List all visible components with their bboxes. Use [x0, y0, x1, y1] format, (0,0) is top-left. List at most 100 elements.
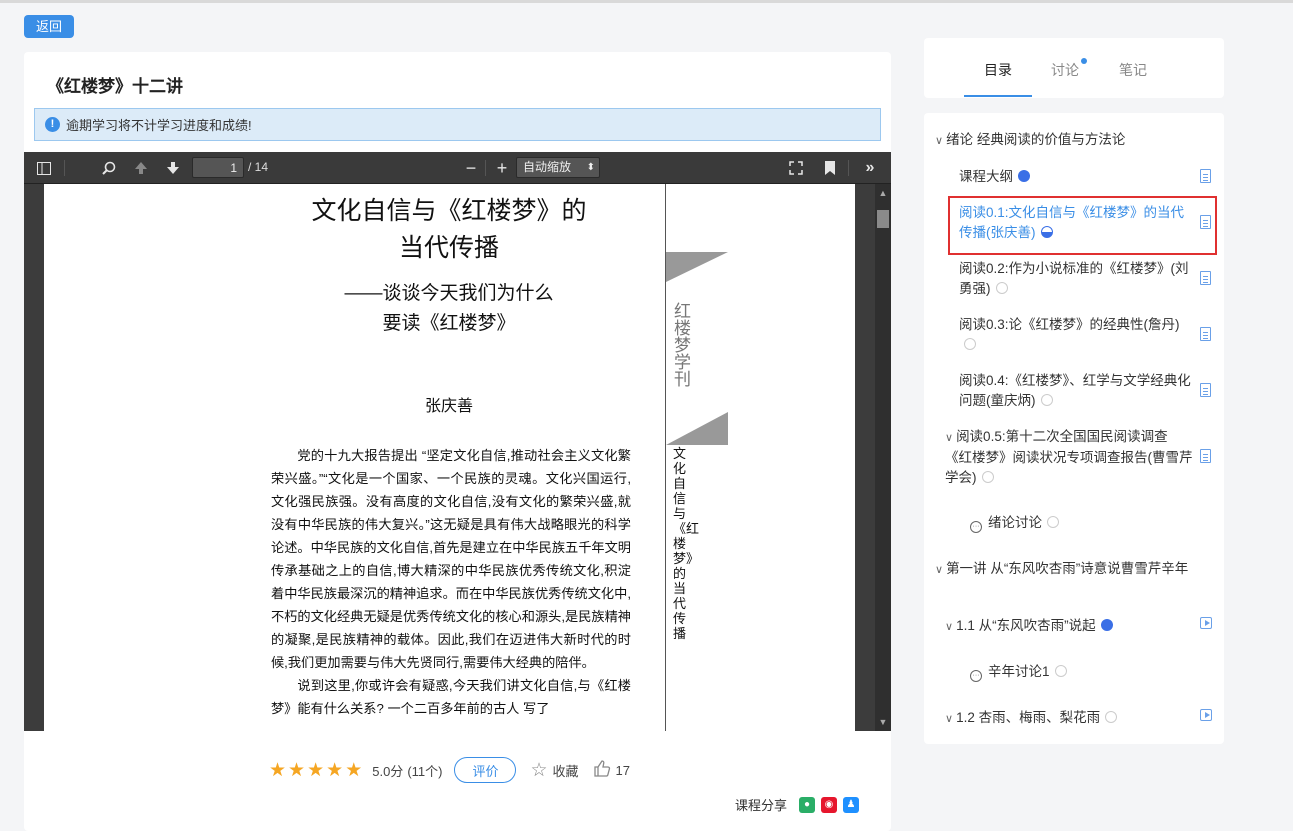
document-icon [1200, 449, 1211, 463]
toc-item-reading-0-5[interactable]: ∨ 阅读0.5:第十二次全国国民阅读调查《红楼梦》阅读状况专项调查报告(曹雪芹学会… [945, 427, 1194, 488]
info-icon: ! [45, 117, 60, 132]
chat-bubble-icon: ··· [970, 521, 982, 533]
document-author: 张庆善 [424, 398, 473, 415]
status-empty-icon [1047, 516, 1059, 528]
toc-item-1-2[interactable]: ∨ 1.2 杏雨、梅雨、梨花雨 [945, 708, 1118, 729]
toc-item-reading-0-2[interactable]: 阅读0.2:作为小说标准的《红楼梦》(刘勇强) [959, 259, 1194, 299]
toc-item-label: 阅读0.2:作为小说标准的《红楼梦》(刘勇强) [959, 261, 1189, 296]
toc-item-label: 辛年讨论1 [988, 664, 1050, 679]
document-icon [1200, 169, 1211, 183]
toc-item-reading-0-4[interactable]: 阅读0.4:《红楼梦》、红学与文学经典化问题(童庆炳) [959, 371, 1194, 411]
zoom-in-icon[interactable]: + [493, 158, 511, 178]
status-empty-icon [995, 282, 1008, 294]
chevron-down-icon: ∨ [935, 564, 944, 576]
toc-item-label: 阅读0.1:文化自信与《红楼梦》的当代传播(张庆善) [959, 205, 1185, 240]
rating-bar: ★ ★ ★ ★ ★ 5.0分 (11个) 评价 ☆ 收藏 17 [269, 757, 630, 783]
page-number-input[interactable] [192, 157, 244, 178]
star-icon[interactable]: ★ [345, 761, 362, 780]
active-tab-underline [964, 95, 1032, 97]
star-icon[interactable]: ★ [288, 761, 305, 780]
zoom-out-icon[interactable]: − [462, 158, 480, 178]
toc-item-intro-discussion[interactable]: ··· 绪论讨论 [970, 513, 1059, 533]
tab-discussion[interactable]: 讨论 [1051, 60, 1079, 80]
status-empty-icon [1105, 711, 1118, 723]
toc-item-reading-0-1[interactable]: 阅读0.1:文化自信与《红楼梦》的当代传播(张庆善) [959, 203, 1194, 243]
video-icon [1200, 617, 1212, 629]
pdf-toolbar: / 14 − + 自动缩放 » [24, 152, 891, 184]
toc-item-label: 1.1 从“东风吹杏雨”说起 [956, 618, 1096, 633]
wechat-icon[interactable]: ● [799, 796, 816, 813]
thumbs-up-icon [593, 759, 611, 782]
like-button[interactable]: 17 [593, 759, 630, 782]
document-icon [1200, 383, 1211, 397]
bookmark-icon[interactable] [821, 159, 839, 177]
qq-icon[interactable]: ♟ [843, 796, 860, 813]
toc-item-label: 阅读0.3:论《红楼梦》的经典性(詹丹) [959, 317, 1180, 332]
status-empty-icon [1054, 665, 1067, 677]
status-empty-icon [1040, 394, 1053, 406]
chat-bubble-icon: ··· [970, 670, 982, 682]
pdf-viewer: / 14 − + 自动缩放 » 文化自信与《红楼梦》的 当代传播 ——谈谈今天我… [24, 152, 891, 731]
status-complete-icon [1100, 619, 1113, 631]
star-icon[interactable]: ★ [307, 761, 324, 780]
course-share: 课程分享 ● ◉ ♟ [735, 795, 860, 814]
body-paragraph: 说到这里,你或许会有疑惑,今天我们讲文化自信,与《红楼梦》能有什么关系? 一个二… [271, 678, 631, 716]
scroll-down-icon[interactable]: ▼ [878, 717, 888, 727]
tab-notes[interactable]: 笔记 [1119, 60, 1147, 80]
main-content-card: 《红楼梦》十二讲 ! 逾期学习将不计学习进度和成绩! / 14 − + 自动缩放 [24, 52, 891, 831]
vertical-running-title: 文化自信与《红楼梦》的当代传播 [673, 446, 700, 641]
toolbar-separator [848, 160, 849, 176]
rating-score: 5.0分 [372, 763, 404, 779]
back-button[interactable]: 返回 [24, 15, 74, 38]
document-title-line: 当代传播 [398, 233, 499, 262]
document-subtitle-line: ——谈谈今天我们为什么 [344, 283, 554, 304]
more-tools-icon[interactable]: » [861, 159, 879, 177]
rate-button[interactable]: 评价 [454, 757, 517, 783]
toc-item-label: 课程大纲 [959, 169, 1013, 184]
next-page-icon[interactable] [164, 159, 182, 177]
scroll-up-icon[interactable]: ▲ [878, 188, 888, 198]
previous-page-icon[interactable] [132, 159, 150, 177]
toc-item-reading-0-3[interactable]: 阅读0.3:论《红楼梦》的经典性(詹丹) [959, 315, 1194, 355]
star-icon[interactable]: ★ [326, 761, 343, 780]
scroll-thumb[interactable] [877, 210, 889, 228]
share-label: 课程分享 [735, 798, 788, 813]
toc-section-label: 绪论 经典阅读的价值与方法论 [946, 132, 1126, 147]
toc-item-discussion-1[interactable]: ··· 辛年讨论1 [970, 662, 1067, 682]
favorite-button[interactable]: ☆ 收藏 [530, 759, 578, 782]
like-count: 17 [615, 762, 630, 778]
top-divider [0, 0, 1293, 3]
status-partial-icon [1040, 226, 1053, 238]
toc-item-label: 绪论讨论 [988, 515, 1042, 530]
star-icon[interactable]: ★ [269, 761, 286, 780]
toc-section-intro[interactable]: ∨ 绪论 经典阅读的价值与方法论 [935, 130, 1125, 151]
table-of-contents: ∨ 绪论 经典阅读的价值与方法论 课程大纲 阅读0.1:文化自信与《红楼梦》的当代… [924, 113, 1224, 744]
rating-count: (11个) [407, 763, 443, 779]
document-title: 文化自信与《红楼梦》的 当代传播 [254, 192, 644, 266]
notice-text: 逾期学习将不计学习进度和成绩! [66, 118, 252, 133]
journal-stamp: 红楼梦学刊 [666, 252, 728, 445]
toc-item-outline[interactable]: 课程大纲 [959, 167, 1030, 187]
body-paragraph: 党的十九大报告提出 “坚定文化自信,推动社会主义文化繁荣兴盛。”“文化是一个国家… [271, 448, 631, 670]
star-outline-icon: ☆ [530, 759, 548, 781]
toc-section-chapter-1[interactable]: ∨ 第一讲 从“东风吹杏雨”诗意说曹雪芹辛年 [935, 559, 1195, 580]
fullscreen-icon[interactable] [787, 159, 805, 177]
toc-item-1-1[interactable]: ∨ 1.1 从“东风吹杏雨”说起 [945, 616, 1113, 637]
tab-catalog[interactable]: 目录 [984, 60, 1012, 80]
document-icon [1200, 271, 1211, 285]
page-total: / 14 [248, 160, 269, 174]
chevron-down-icon: ∨ [935, 135, 944, 147]
sidebar-toggle-icon[interactable] [35, 159, 53, 177]
search-icon[interactable] [100, 159, 118, 177]
notification-dot [1081, 58, 1087, 64]
toc-section-label: 第一讲 从“东风吹杏雨”诗意说曹雪芹辛年 [946, 561, 1189, 576]
pdf-scrollbar[interactable]: ▲ ▼ [875, 184, 891, 731]
status-empty-icon [964, 338, 976, 350]
course-title: 《红楼梦》十二讲 [47, 77, 183, 96]
document-icon [1200, 215, 1211, 229]
document-icon [1200, 327, 1211, 341]
overdue-notice: ! 逾期学习将不计学习进度和成绩! [34, 108, 881, 141]
weibo-icon[interactable]: ◉ [821, 796, 838, 813]
zoom-select[interactable]: 自动缩放 [516, 157, 600, 178]
toc-item-label: 1.2 杏雨、梅雨、梨花雨 [956, 710, 1101, 725]
